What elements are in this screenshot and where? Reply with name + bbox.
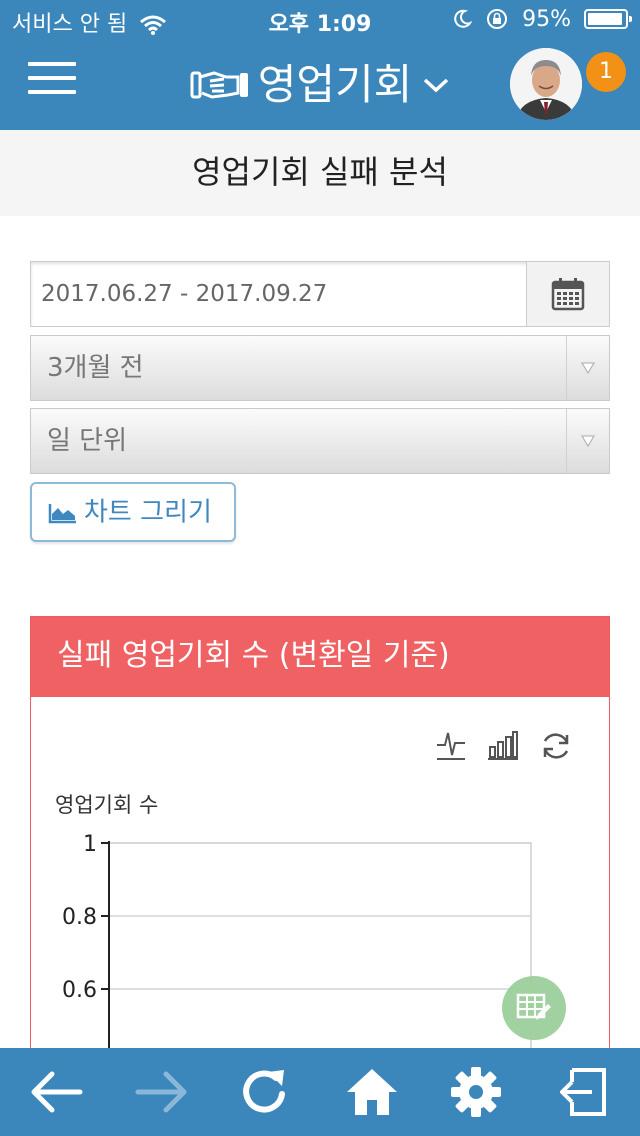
chart-panel-title: 실패 영업기회 수 (변환일 기준) [31,617,609,697]
calendar-icon [551,278,585,311]
period-select-value: 3개월 전 [47,353,144,383]
chevron-down-icon [424,78,449,92]
moon-icon [454,9,473,28]
calendar-button[interactable] [526,262,609,326]
table-edit-icon [516,993,551,1020]
back-button[interactable] [16,1048,96,1136]
logout-icon [560,1068,606,1116]
draw-chart-label: 차트 그리기 [84,497,212,528]
module-title: 영업기회 [257,59,413,109]
battery-percent: 95% [522,6,571,32]
y-axis-title: 영업기회 수 [55,793,159,817]
line-chart-icon[interactable] [435,729,467,765]
dropdown-arrow-icon [566,409,609,473]
date-range-field[interactable]: 2017.06.27 - 2017.09.27 [30,261,610,327]
y-tick-label: 1 [83,832,97,857]
unit-select[interactable]: 일 단위 [30,408,610,474]
status-bar: 서비스 안 됨 오후 1:09 95% [0,0,640,40]
y-tick-label: 0.8 [62,905,97,930]
avatar[interactable] [510,48,582,120]
forward-arrow-icon [135,1071,187,1113]
period-select[interactable]: 3개월 전 [30,335,610,401]
forward-button[interactable] [122,1048,202,1136]
dropdown-arrow-icon [566,336,609,400]
home-button[interactable] [332,1048,412,1136]
reload-button[interactable] [226,1048,306,1136]
settings-button[interactable] [436,1048,516,1136]
rotation-lock-icon [487,9,508,29]
bar-chart-icon[interactable] [487,729,519,765]
logout-button[interactable] [542,1048,622,1136]
settings-gear-icon [451,1067,501,1117]
unit-select-value: 일 단위 [47,426,128,456]
plot-border [109,842,532,1055]
top-app-bar: 서비스 안 됨 오후 1:09 95% 영업기회 1 [0,0,640,130]
notification-badge[interactable]: 1 [586,52,626,92]
area-chart-icon [48,503,76,523]
back-arrow-icon [31,1071,83,1113]
bottom-toolbar [0,1048,640,1136]
table-edit-button[interactable] [502,976,566,1040]
home-icon [347,1069,397,1115]
y-tick-label: 0.6 [62,978,97,1003]
refresh-icon[interactable] [539,729,573,767]
handshake-icon [190,70,248,99]
page-title: 영업기회 실패 분석 [0,130,640,216]
reload-icon [243,1070,285,1113]
battery-icon [584,9,632,29]
draw-chart-button[interactable]: 차트 그리기 [30,482,236,542]
date-range-value: 2017.06.27 - 2017.09.27 [41,281,328,307]
navigation-bar: 영업기회 1 [0,40,640,130]
